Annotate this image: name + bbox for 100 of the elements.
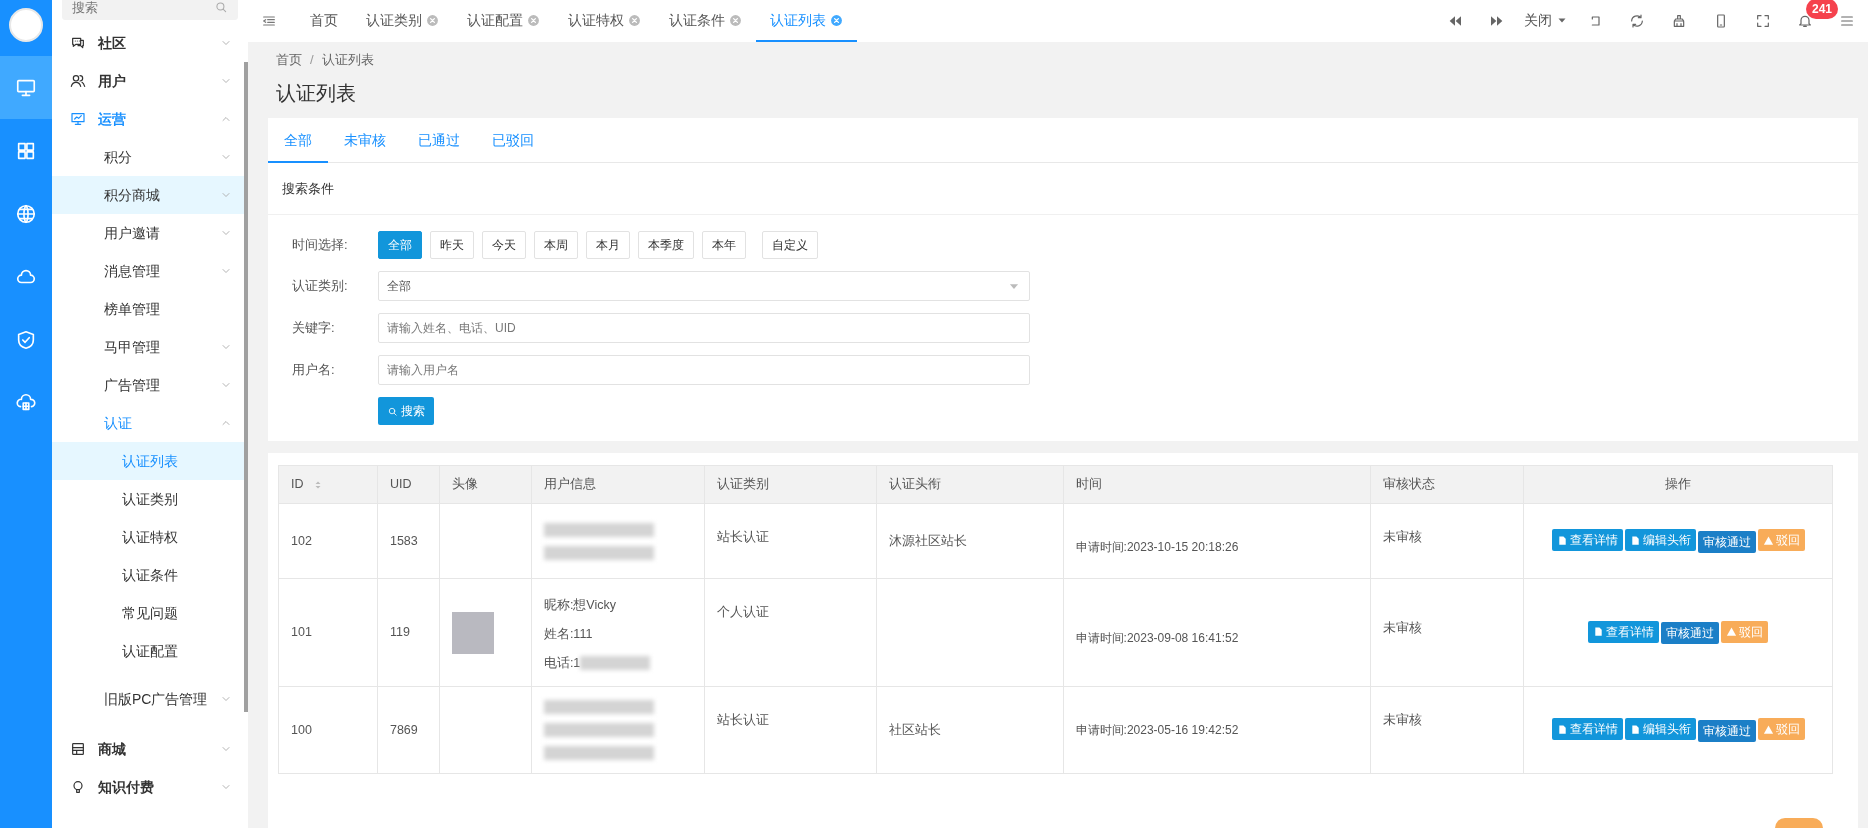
section-title: 搜索条件 [268,162,1858,215]
scrollbar[interactable] [244,62,248,712]
close-icon [729,13,742,27]
menu-item[interactable]: 用户 [52,62,248,100]
table-cell: 101 [278,578,378,687]
menu-item[interactable]: 旧版PC广告管理 [52,680,248,718]
breadcrumb-separator: / [310,51,314,69]
time-option[interactable]: 本周 [534,231,578,259]
notification-badge: 241 [1806,0,1839,19]
page-tab[interactable]: 认证特权 [554,0,655,42]
table-cell: 社区站长 [876,686,1064,774]
page-tab[interactable]: 认证配置 [453,0,554,42]
column-header: 时间 [1063,465,1371,504]
table-cell: 未审核 [1370,578,1524,687]
field-label: 时间选择: [291,236,349,255]
time-option[interactable]: 本月 [586,231,630,259]
refresh-icon[interactable] [1629,13,1645,29]
breadcrumb-link[interactable]: 首页 [276,50,302,70]
column-header: UID [377,465,440,504]
time-option[interactable]: 今天 [482,231,526,259]
category-select[interactable]: 全部 [378,271,1030,301]
document-icon [1593,626,1605,638]
warning-icon [1762,723,1774,735]
column-header: 审核状态 [1370,465,1524,504]
time-option[interactable]: 本年 [702,231,746,259]
keyword-field[interactable]: 请输入姓名、电话、UID [378,313,1030,343]
user-info-text: 昵称:想Vicky [543,597,617,615]
table-cell: 申请时间:2023-05-16 19:42:52 [1063,686,1371,774]
shield-check-icon [15,328,37,351]
chat-icon [70,35,86,51]
time-option[interactable]: 昨天 [430,231,474,259]
time-option[interactable]: 自定义 [762,231,818,259]
document-icon [1629,534,1641,546]
table-cell: 7869 [377,686,440,774]
search-icon [387,405,398,417]
menu-item[interactable]: 商城 [52,730,248,768]
warning-icon [1762,534,1774,546]
column-header: 操作 [1523,465,1833,504]
users-icon [70,73,86,89]
action-button[interactable]: 审核通过 [1661,622,1720,645]
table-cell: 1583 [377,503,440,579]
menu-item[interactable]: 积分 [52,138,248,176]
column-header: 认证头衔 [876,465,1064,504]
menu-item[interactable]: 榜单管理 [52,290,248,328]
close-dropdown[interactable]: 关闭 [1518,0,1574,42]
menu-item[interactable]: 消息管理 [52,252,248,290]
menu-icon[interactable] [1839,13,1855,29]
table-cell: 102 [278,503,378,579]
field-label: 用户名: [291,361,336,380]
table-cell: 申请时间:2023-10-15 20:18:26 [1063,503,1371,579]
close-icon [527,13,540,27]
page-tab[interactable]: 认证类别 [352,0,453,42]
menu-item[interactable]: 社区 [52,24,248,62]
table-cell: 个人认证 [704,578,877,687]
page-tab[interactable]: 认证条件 [655,0,756,42]
table-cell: 站长认证 [704,686,877,774]
avatar[interactable] [9,8,43,42]
menu-item[interactable]: 认证条件 [52,556,248,594]
menu-item[interactable]: 认证配置 [52,632,248,670]
column-header: 用户信息 [531,465,705,504]
document-icon [1556,534,1568,546]
store-icon [70,741,86,757]
globe-icon [15,202,37,225]
user-info-text: 姓名:111 [543,626,594,644]
menu-item[interactable]: 常见问题 [52,594,248,632]
action-button[interactable]: 审核通过 [1697,530,1756,553]
bulb-icon [70,779,86,795]
close-icon [426,13,439,27]
user-info-text: 电话:1 [543,654,581,672]
breadcrumb-item: 认证列表 [321,51,374,69]
column-header: 认证类别 [704,465,877,504]
broom-icon[interactable] [1671,13,1687,29]
menu-item[interactable]: 马甲管理 [52,328,248,366]
bell-icon[interactable] [1797,13,1813,29]
fullscreen-icon[interactable] [1755,13,1771,29]
document-icon [1629,723,1641,735]
menu-item[interactable]: 用户邀请 [52,214,248,252]
page-tab[interactable]: 首页 [296,0,352,42]
sortable-header[interactable]: ID [278,465,378,504]
presentation-icon [70,111,86,127]
menu-item[interactable]: 广告管理 [52,366,248,404]
field-label: 认证类别: [291,277,349,296]
page-title: 认证列表 [276,80,357,106]
table-cell: 未审核 [1370,686,1524,774]
menu-item[interactable]: 知识付费 [52,768,248,806]
table-cell: 100 [278,686,378,774]
close-icon [830,13,843,27]
field-label: 关键字: [291,319,336,338]
menu-item[interactable]: 认证特权 [52,518,248,556]
redacted-text [580,656,651,671]
username-field[interactable]: 请输入用户名 [378,355,1030,385]
table-cell: 申请时间:2023-09-08 16:41:52 [1063,578,1371,687]
time-option[interactable]: 本季度 [638,231,694,259]
search-icon [214,0,228,14]
document-icon [1556,723,1568,735]
floating-action-button[interactable] [1775,818,1823,828]
action-button[interactable]: 审核通过 [1697,719,1756,742]
table-cell: 沐源社区站长 [876,503,1064,579]
menu-item[interactable]: 认证类别 [52,480,248,518]
table-cell: 站长认证 [704,503,877,579]
